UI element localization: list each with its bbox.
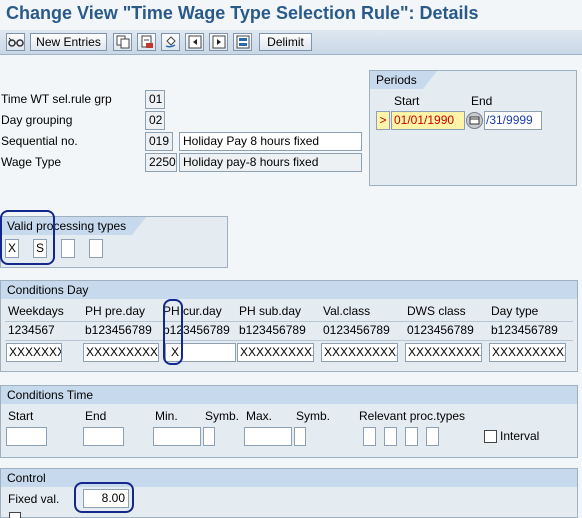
start-time-label: Start [8, 409, 34, 423]
dws-class-pattern: 0123456789 [407, 323, 474, 337]
day-type-pattern: b123456789 [491, 323, 558, 337]
start-label: Start [394, 94, 420, 108]
symb-1-label: Symb. [205, 409, 240, 423]
weekdays-column-header: Weekdays [8, 304, 64, 318]
time-wt-sel-rule-grp-field: 01 [145, 90, 165, 109]
day-type-input[interactable]: XXXXXXXXXX [489, 343, 566, 362]
val-class-input[interactable]: XXXXXXXXXX [321, 343, 398, 362]
symb-1-input[interactable] [203, 427, 215, 446]
dws-class-column-header: DWS class [407, 304, 466, 318]
new-entries-button[interactable]: New Entries [30, 33, 107, 51]
ph-sub-day-input[interactable]: XXXXXXXXXX [237, 343, 314, 362]
weekdays-pattern: 1234567 [8, 323, 55, 337]
proc-type-time-3-input[interactable] [405, 427, 418, 446]
undo-icon[interactable] [161, 33, 180, 51]
sequential-no-label: Sequential no. [1, 134, 78, 148]
end-time-input[interactable] [83, 427, 124, 446]
calendar-help-icon[interactable] [466, 112, 483, 129]
prev-entry-icon[interactable] [185, 33, 204, 51]
val-class-column-header: Val.class [323, 304, 371, 318]
symb-2-label: Symb. [296, 409, 331, 423]
min-label: Min. [155, 409, 178, 423]
fixed-val-label: Fixed val. [8, 492, 60, 506]
delimit-button[interactable]: Delimit [259, 33, 312, 51]
proc-type-4-field[interactable] [89, 239, 103, 258]
page-title: Change View "Time Wage Type Selection Ru… [6, 3, 479, 23]
day-type-column-header: Day type [491, 304, 539, 318]
wage-type-field: 2250 [145, 153, 177, 172]
min-input[interactable] [153, 427, 201, 446]
max-input[interactable] [244, 427, 292, 446]
proc-type-time-2-input[interactable] [384, 427, 397, 446]
weekdays-input[interactable]: XXXXXXX [6, 343, 62, 362]
sequential-no-text-field[interactable]: Holiday Pay 8 hours fixed [179, 132, 362, 151]
relevant-proc-types-label: Relevant proc.types [359, 409, 466, 423]
ph-pre-day-input[interactable]: XXXXXXXXXX [83, 343, 159, 362]
conditions-day-title: Conditions Day [1, 281, 577, 299]
application-toolbar: New Entries Delimit [0, 30, 582, 55]
val-class-pattern: 0123456789 [323, 323, 390, 337]
conditions-time-title: Conditions Time [1, 386, 577, 404]
entry-marker: > [376, 111, 390, 130]
copy-icon[interactable] [113, 33, 132, 51]
proc-type-3-field[interactable] [61, 239, 75, 258]
end-label: End [471, 94, 493, 108]
interval-label: Interval [500, 429, 540, 443]
pattern-divider [5, 340, 573, 341]
conditions-day-group: Conditions Day Weekdays PH pre.day PH cu… [0, 280, 578, 372]
day-grouping-label: Day grouping [1, 113, 73, 127]
periods-title: Periods [370, 71, 437, 89]
ph-sub-day-pattern: b123456789 [239, 323, 306, 337]
time-wt-sel-rule-grp-label: Time WT sel.rule grp [1, 92, 112, 106]
max-label: Max. [246, 409, 273, 423]
glasses-icon[interactable] [6, 33, 25, 51]
control-checkbox[interactable] [9, 512, 21, 518]
wage-type-label: Wage Type [1, 155, 62, 169]
end-time-label: End [85, 409, 107, 423]
ph-pre-day-pattern: b123456789 [85, 323, 152, 337]
symb-2-input[interactable] [294, 427, 306, 446]
select-all-icon[interactable] [233, 33, 252, 51]
highlight-fixed-val [74, 482, 134, 513]
wage-type-text-field: Holiday pay-8 hours fixed [179, 153, 362, 172]
periods-group: Periods Start End > 01/01/1990 /31/9999 [369, 70, 577, 186]
end-date-field[interactable]: /31/9999 [484, 111, 542, 130]
conditions-time-group: Conditions Time Start End Min. Symb. Max… [0, 385, 578, 458]
dws-class-input[interactable]: XXXXXXXXXX [405, 343, 482, 362]
highlight-ph-cur-day [163, 299, 183, 365]
highlight-valid-processing-types [0, 210, 55, 265]
interval-checkbox[interactable] [484, 430, 497, 443]
next-entry-icon[interactable] [209, 33, 228, 51]
ph-sub-day-column-header: PH sub.day [239, 304, 302, 318]
delete-icon[interactable] [137, 33, 156, 51]
proc-type-time-1-input[interactable] [363, 427, 376, 446]
start-time-input[interactable] [6, 427, 47, 446]
start-date-field[interactable]: 01/01/1990 [391, 111, 465, 130]
ph-pre-day-column-header: PH pre.day [85, 304, 146, 318]
proc-type-time-4-input[interactable] [426, 427, 439, 446]
sequential-no-field: 019 [145, 132, 173, 151]
day-grouping-field: 02 [145, 111, 165, 130]
